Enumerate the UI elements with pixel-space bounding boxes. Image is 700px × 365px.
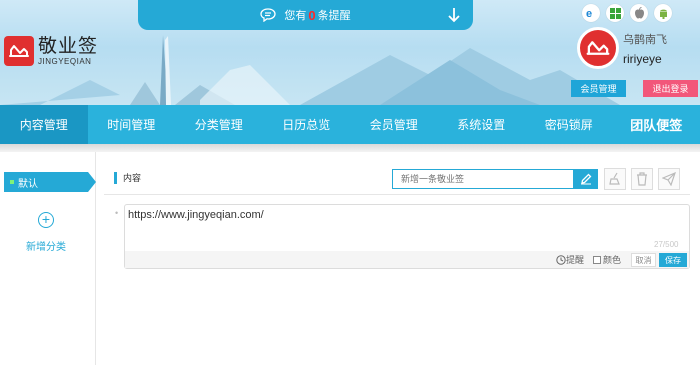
note-text[interactable]: https://www.jingyeqian.com/ <box>128 209 264 221</box>
android-icon[interactable] <box>654 4 672 22</box>
chat-bubble-icon <box>260 8 277 22</box>
ie-icon[interactable]: e <box>582 4 600 22</box>
nav-item-content[interactable]: 内容管理 <box>0 105 88 144</box>
logout-button[interactable]: 退出登录 <box>643 80 698 97</box>
nav-divider <box>0 144 700 152</box>
add-category-label: 新增分类 <box>26 242 66 253</box>
plus-circle-icon: + <box>38 212 54 228</box>
category-item-default[interactable]: 默认 <box>4 172 96 192</box>
active-dot-icon <box>10 180 14 184</box>
platform-downloads: e <box>582 4 672 22</box>
brand-logo[interactable]: 敬业签 JINGYEQIAN <box>4 36 98 66</box>
nav-item-password-lock[interactable]: 密码锁屏 <box>525 105 613 144</box>
nav-item-settings[interactable]: 系统设置 <box>438 105 526 144</box>
paper-plane-icon <box>662 172 676 186</box>
windows-icon[interactable] <box>606 4 624 22</box>
broom-button[interactable] <box>604 168 626 190</box>
svg-text:e: e <box>586 8 592 19</box>
note-bullet: • <box>115 208 119 218</box>
color-swatch-icon <box>593 255 601 264</box>
nav-item-time[interactable]: 时间管理 <box>88 105 176 144</box>
nav-item-calendar[interactable]: 日历总览 <box>263 105 351 144</box>
note-char-count: 27/500 <box>654 240 679 249</box>
notice-prefix: 您有 <box>284 10 307 22</box>
reminder-count: 0 <box>308 7 316 23</box>
header-banner: 敬业签 JINGYEQIAN 您有 0 条提醒 e 乌鹊南飞 ririyeye … <box>0 0 700 105</box>
broom-icon <box>609 172 620 185</box>
pencil-icon <box>581 173 592 185</box>
logo-title: 敬业签 <box>38 35 99 57</box>
user-nickname: 乌鹊南飞 <box>623 34 667 46</box>
add-category-button[interactable]: + 新增分类 <box>0 212 92 253</box>
notice-suffix: 条提醒 <box>317 10 351 22</box>
color-button[interactable]: 颜色 <box>593 253 621 266</box>
cancel-button[interactable]: 取消 <box>631 253 656 267</box>
member-management-button[interactable]: 会员管理 <box>571 80 626 97</box>
remind-button[interactable]: 提醒 <box>556 253 584 266</box>
category-sidebar: 默认 + 新增分类 <box>0 152 96 365</box>
edit-button[interactable] <box>574 169 598 189</box>
logo-subtitle: JINGYEQIAN <box>38 56 92 66</box>
remind-label: 提醒 <box>566 255 585 265</box>
nav-item-team-notes[interactable]: 团队便签 <box>613 105 700 144</box>
apple-icon[interactable] <box>630 4 648 22</box>
category-label: 默认 <box>18 178 38 190</box>
save-button[interactable]: 保存 <box>659 253 687 267</box>
section-title: 内容 <box>114 172 141 184</box>
nav-item-membership[interactable]: 会员管理 <box>350 105 438 144</box>
send-button[interactable] <box>658 168 680 190</box>
reminder-notice-bar[interactable]: 您有 0 条提醒 <box>138 0 473 30</box>
delete-button[interactable] <box>631 168 653 190</box>
new-note-input[interactable] <box>392 169 574 189</box>
logo-icon <box>4 36 34 66</box>
main-nav: 内容管理 时间管理 分类管理 日历总览 会员管理 系统设置 密码锁屏 团队便签 <box>0 105 700 144</box>
clock-icon <box>556 254 566 265</box>
color-label: 颜色 <box>603 255 622 265</box>
avatar[interactable] <box>577 27 619 69</box>
arrow-down-icon[interactable] <box>447 7 461 26</box>
user-name: ririyeye <box>623 52 662 66</box>
trash-icon <box>637 172 647 186</box>
nav-item-category[interactable]: 分类管理 <box>175 105 263 144</box>
app-window: 敬业签 JINGYEQIAN 您有 0 条提醒 e 乌鹊南飞 ririyeye … <box>0 0 700 365</box>
toolbar-divider <box>104 194 690 195</box>
